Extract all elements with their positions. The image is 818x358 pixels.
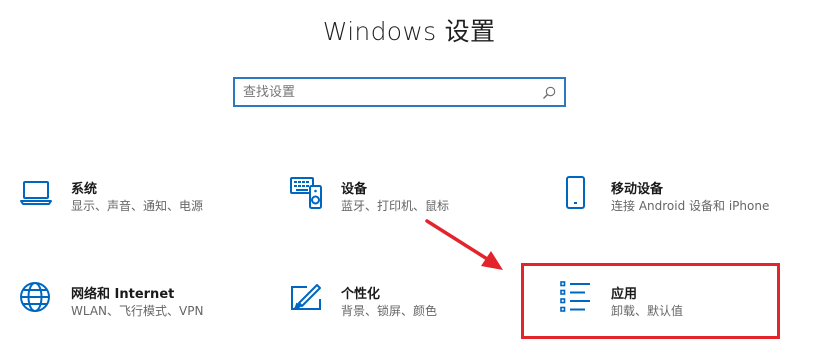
tile-title: 网络和 Internet [71,287,175,302]
tile-title: 移动设备 [611,182,664,197]
phone-icon [566,176,585,209]
settings-tile-personalization[interactable]: 个性化 背景、锁屏、颜色 [289,281,529,331]
tile-title: 个性化 [341,287,381,302]
globe-icon [20,282,50,312]
tile-description: 背景、锁屏、颜色 [341,304,438,318]
settings-tile-network[interactable]: 网络和 Internet WLAN、飞行模式、VPN [19,281,259,331]
tile-description: 蓝牙、打印机、鼠标 [341,199,450,213]
devices-icon [290,177,322,209]
laptop-icon [20,181,52,205]
tile-title: 系统 [71,182,98,197]
search-box[interactable] [233,77,566,107]
personalization-icon [291,284,321,310]
tile-description: 连接 Android 设备和 iPhone [611,199,770,213]
settings-tile-devices[interactable]: 设备 蓝牙、打印机、鼠标 [289,176,529,226]
settings-tile-mobile-devices[interactable]: 移动设备 连接 Android 设备和 iPhone [559,176,799,226]
tile-description: WLAN、飞行模式、VPN [71,304,204,318]
tile-title: 设备 [341,182,368,197]
settings-tile-system[interactable]: 系统 显示、声音、通知、电源 [19,176,259,226]
annotation-highlight-box [521,263,780,339]
tile-description: 显示、声音、通知、电源 [71,199,204,213]
page-title: Windows 设置 [322,17,496,46]
search-input[interactable] [243,82,533,102]
search-icon[interactable] [541,85,557,101]
